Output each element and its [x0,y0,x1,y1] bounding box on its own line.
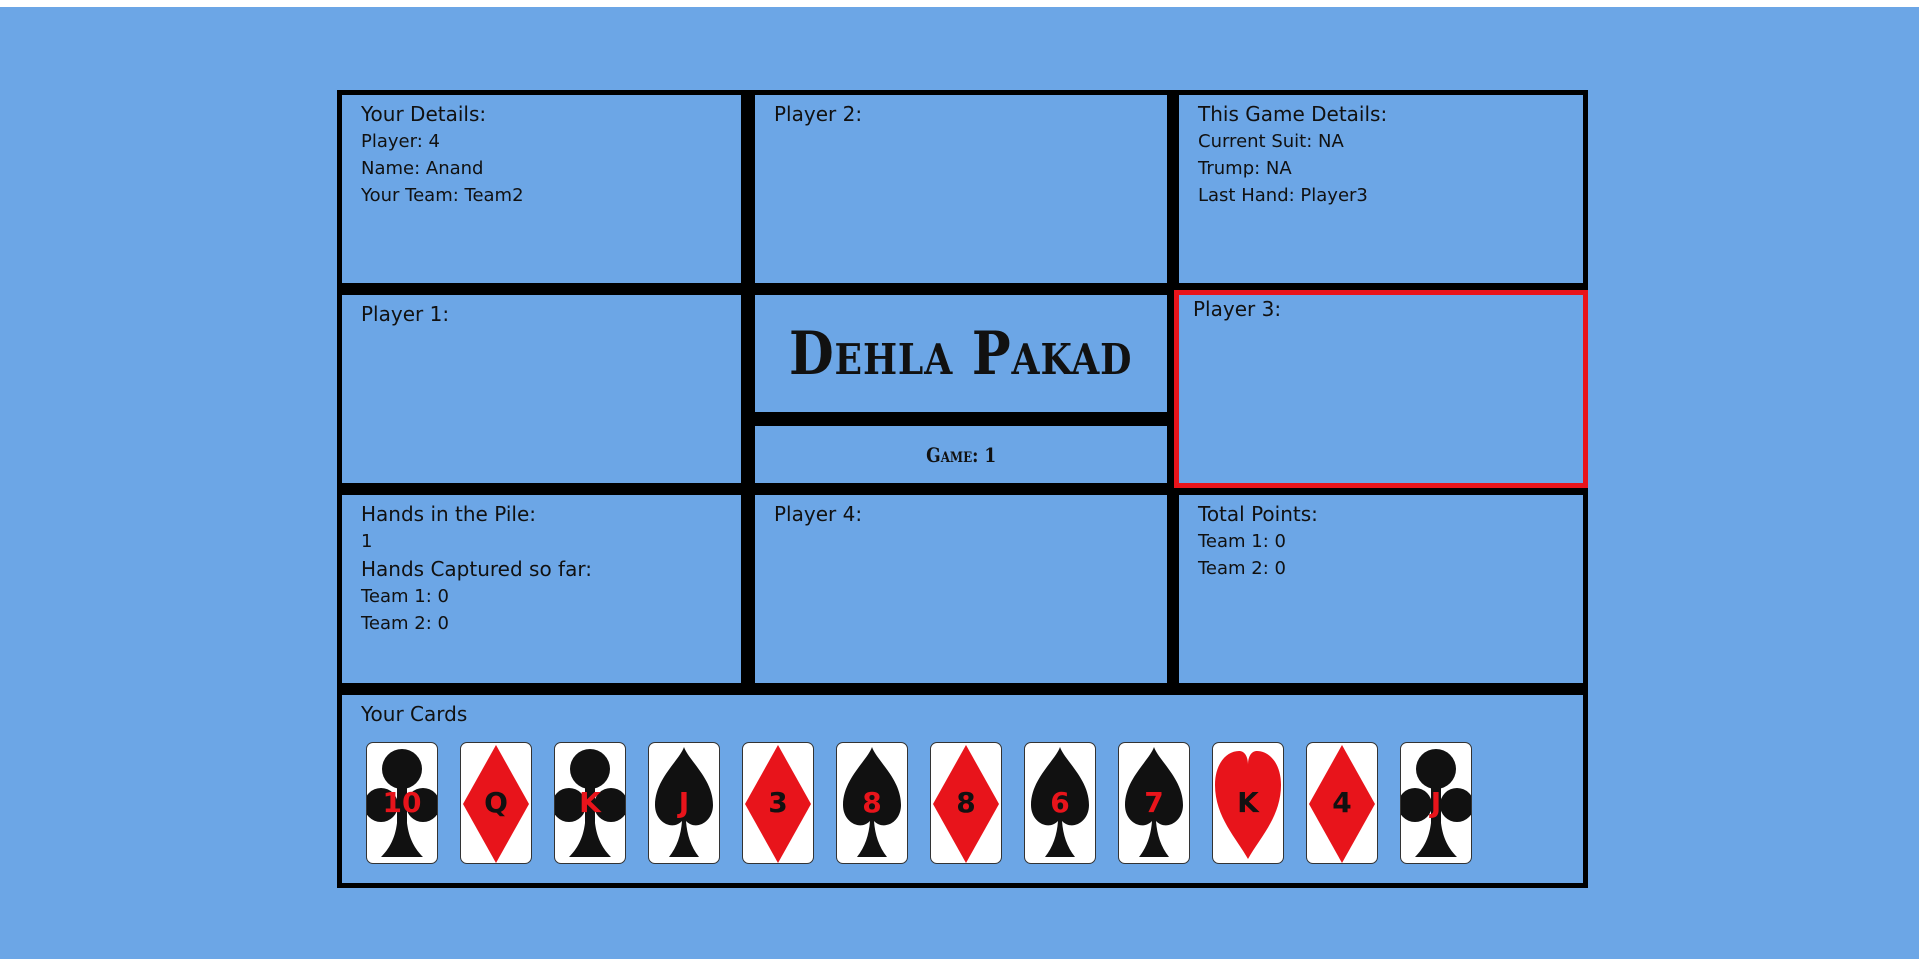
points-team1: Team 1: 0 [1198,531,1286,552]
game-details-panel: This Game Details: Current Suit: NA Trum… [1179,95,1583,283]
player1-heading: Player 1: [361,302,450,326]
last-hand: Last Hand: Player3 [1198,185,1368,206]
card-rank: Q [484,786,508,819]
captured-team1: Team 1: 0 [361,586,449,607]
card-rank: 6 [1050,786,1070,819]
total-points-panel: Total Points: Team 1: 0 Team 2: 0 [1179,495,1583,683]
card-rank: 4 [1332,786,1352,819]
player3-heading: Player 3: [1193,297,1282,321]
your-player-number: Player: 4 [361,131,440,152]
pile-heading: Hands in the Pile: [361,502,536,526]
card-q-of-diamonds[interactable]: Q [460,742,532,864]
card-rank: J [678,786,690,819]
total-points-heading: Total Points: [1198,502,1318,526]
card-rank: 8 [862,786,882,819]
your-team: Your Team: Team2 [361,185,524,206]
your-details-panel: Your Details: Player: 4 Name: Anand Your… [342,95,741,283]
player4-heading: Player 4: [774,502,863,526]
pile-panel: Hands in the Pile: 1 Hands Captured so f… [342,495,741,683]
card-rank: 10 [382,786,422,819]
card-4-of-diamonds[interactable]: 4 [1306,742,1378,864]
game-title: Dehla Pakad [789,318,1133,389]
card-7-of-spades[interactable]: 7 [1118,742,1190,864]
your-cards-panel: Your Cards 10 Q K J 3 8 8 6 7 K 4 J [342,695,1583,883]
player2-heading: Player 2: [774,102,863,126]
your-details-heading: Your Details: [361,102,487,126]
card-rank: J [1430,786,1442,819]
player1-panel: Player 1: [342,295,741,483]
player3-panel: Player 3: [1174,290,1588,488]
card-j-of-spades[interactable]: J [648,742,720,864]
captured-team2: Team 2: 0 [361,613,449,634]
points-team2: Team 2: 0 [1198,558,1286,579]
card-rank: K [579,786,601,819]
title-panel: Dehla Pakad [755,295,1167,412]
trump: Trump: NA [1198,158,1292,179]
your-name: Name: Anand [361,158,484,179]
card-k-of-hearts[interactable]: K [1212,742,1284,864]
card-rank: K [1237,786,1259,819]
card-k-of-clubs[interactable]: K [554,742,626,864]
your-cards-heading: Your Cards [361,702,468,726]
game-number: Game: 1 [925,442,997,467]
game-board: Your Details: Player: 4 Name: Anand Your… [337,90,1588,888]
card-rank: 7 [1144,786,1164,819]
game-details-heading: This Game Details: [1198,102,1388,126]
player4-panel: Player 4: [755,495,1167,683]
table-background: Your Details: Player: 4 Name: Anand Your… [0,7,1919,959]
card-rank: 8 [956,786,976,819]
card-3-of-diamonds[interactable]: 3 [742,742,814,864]
card-j-of-clubs[interactable]: J [1400,742,1472,864]
card-10-of-clubs[interactable]: 10 [366,742,438,864]
captured-heading: Hands Captured so far: [361,557,592,581]
player2-panel: Player 2: [755,95,1167,283]
card-8-of-diamonds[interactable]: 8 [930,742,1002,864]
pile-count: 1 [361,531,373,552]
current-suit: Current Suit: NA [1198,131,1344,152]
card-rank: 3 [768,786,788,819]
game-number-panel: Game: 1 [755,426,1167,483]
card-8-of-spades[interactable]: 8 [836,742,908,864]
card-6-of-spades[interactable]: 6 [1024,742,1096,864]
